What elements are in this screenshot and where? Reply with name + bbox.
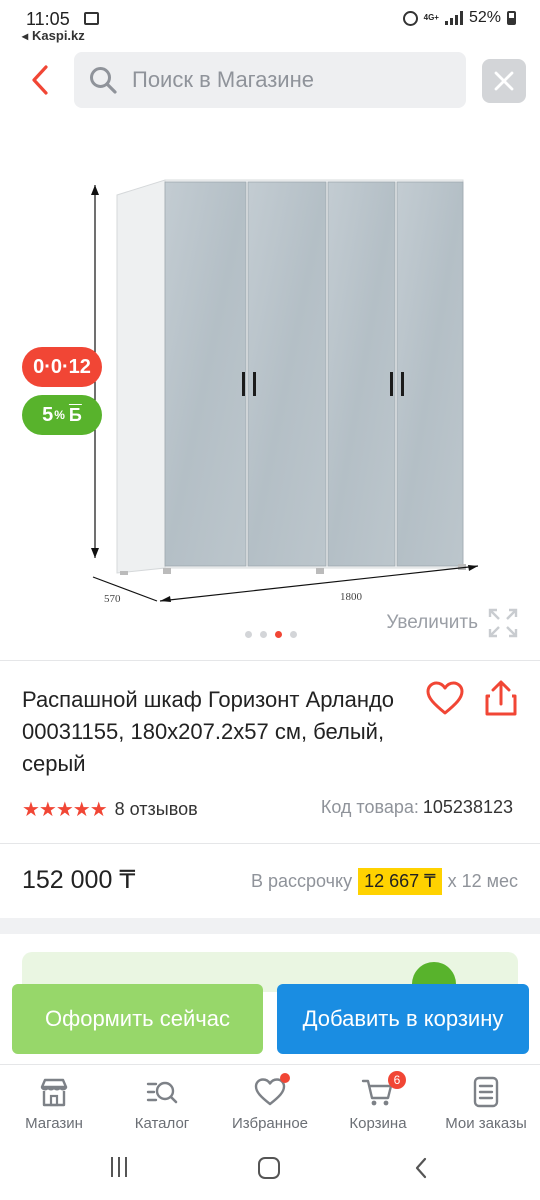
battery-level: 52%	[468, 9, 501, 26]
nav-item-cart[interactable]: 6 Корзина	[324, 1065, 432, 1140]
close-icon	[494, 71, 514, 91]
status-time: 11:05	[26, 9, 70, 29]
product-title: Распашной шкаф Горизонт Арландо 00031155…	[22, 687, 395, 776]
pagination-dot-active[interactable]	[275, 631, 282, 638]
status-bar: 11:05 ◂ Kaspi.kz 4G+ 52%	[0, 0, 540, 48]
favorite-button[interactable]	[424, 678, 466, 720]
order-now-button[interactable]: Оформить сейчас	[12, 984, 263, 1054]
nav-item-favorites[interactable]: Избранное	[216, 1065, 324, 1140]
width-dimension-label: 1800	[340, 591, 363, 603]
installment-suffix: x 12 мес	[447, 871, 518, 891]
installment-badge: 0·0·12	[22, 347, 102, 387]
image-notification-icon	[84, 12, 99, 25]
nav-label-catalog: Каталог	[134, 1115, 190, 1132]
nav-label-shop: Магазин	[25, 1115, 83, 1132]
bonus-badge-percent: %	[54, 408, 65, 422]
chevron-left-icon	[32, 65, 48, 95]
return-arrow-icon: ◂	[22, 28, 29, 43]
cart-count-badge: 6	[388, 1071, 406, 1089]
installment-amount: 12 667 ₸	[358, 868, 442, 895]
depth-dimension-label: 570	[104, 593, 121, 605]
pagination-dot[interactable]	[260, 631, 267, 638]
product-gallery[interactable]: 2072 570 1800 0·0	[0, 120, 540, 660]
bottom-navigation: Магазин Каталог Избранное 6 Корзина Мои …	[0, 1064, 540, 1140]
recent-apps-button[interactable]	[108, 1157, 130, 1179]
status-indicators: 4G+ 52%	[402, 9, 516, 27]
search-input[interactable]: Поиск в Магазине	[74, 52, 466, 108]
star-rating-icons: ★★★★★	[22, 799, 108, 821]
network-type: 4G+	[423, 13, 439, 22]
signal-icon	[444, 11, 463, 25]
system-back-button[interactable]	[410, 1156, 434, 1180]
share-button[interactable]	[480, 678, 522, 720]
product-page: 11:05 ◂ Kaspi.kz 4G+ 52% Поиск в Магазин…	[0, 0, 540, 1200]
nav-label-orders: Мои заказы	[445, 1115, 527, 1132]
action-bar: Оформить сейчас Добавить в корзину	[0, 984, 540, 1056]
sku-label: Код товара:	[320, 797, 419, 817]
sku-value: 105238123	[422, 797, 513, 817]
close-button[interactable]	[482, 59, 526, 103]
catalog-search-icon	[146, 1081, 178, 1104]
add-to-cart-button[interactable]: Добавить в корзину	[277, 984, 529, 1054]
zoom-label: Увеличить	[386, 612, 478, 633]
nav-label-favorites: Избранное	[231, 1115, 309, 1132]
home-button[interactable]	[258, 1157, 280, 1179]
sku-info: Код товара: 105238123	[321, 797, 513, 818]
back-button[interactable]	[22, 62, 58, 98]
installment-prefix: В рассрочку	[250, 871, 353, 891]
nav-item-shop[interactable]: Магазин	[0, 1065, 108, 1140]
heart-icon	[426, 681, 464, 715]
product-price: 152 000 ₸	[22, 866, 136, 894]
shop-icon	[40, 1078, 68, 1107]
search-placeholder: Поиск в Магазине	[132, 67, 314, 92]
section-separator	[0, 918, 540, 934]
search-icon	[90, 67, 117, 94]
system-navigation	[0, 1140, 540, 1200]
installment-info: В рассрочку 12 667 ₸ x 12 мес	[251, 868, 518, 895]
divider	[0, 843, 540, 844]
expand-icon	[488, 608, 518, 638]
orders-list-icon	[473, 1076, 499, 1108]
divider	[0, 660, 540, 661]
favorites-notification-dot	[280, 1073, 290, 1083]
reviews-count: 8 отзывов	[114, 799, 198, 819]
alarm-icon	[402, 10, 418, 26]
source-app-label: Kaspi.kz	[32, 28, 85, 43]
rating-link[interactable]: ★★★★★ 8 отзывов	[22, 797, 198, 822]
nav-item-orders[interactable]: Мои заказы	[432, 1065, 540, 1140]
nav-label-cart: Корзина	[349, 1115, 407, 1132]
pagination-dot[interactable]	[245, 631, 252, 638]
wardrobe-image: 2072 570 1800	[73, 179, 479, 605]
bonus-badge-currency: Б	[68, 404, 82, 425]
nav-item-catalog[interactable]: Каталог	[108, 1065, 216, 1140]
zoom-button[interactable]: Увеличить	[386, 608, 518, 638]
share-icon	[485, 680, 517, 716]
battery-icon	[507, 11, 516, 25]
search-header: Поиск в Магазине	[0, 52, 540, 110]
pagination-dot[interactable]	[290, 631, 297, 638]
gallery-pagination	[245, 631, 297, 638]
bonus-badge-value: 5	[42, 403, 54, 426]
back-to-app-link[interactable]: ◂ Kaspi.kz	[22, 28, 85, 43]
bonus-badge: 5% Б	[22, 395, 102, 435]
